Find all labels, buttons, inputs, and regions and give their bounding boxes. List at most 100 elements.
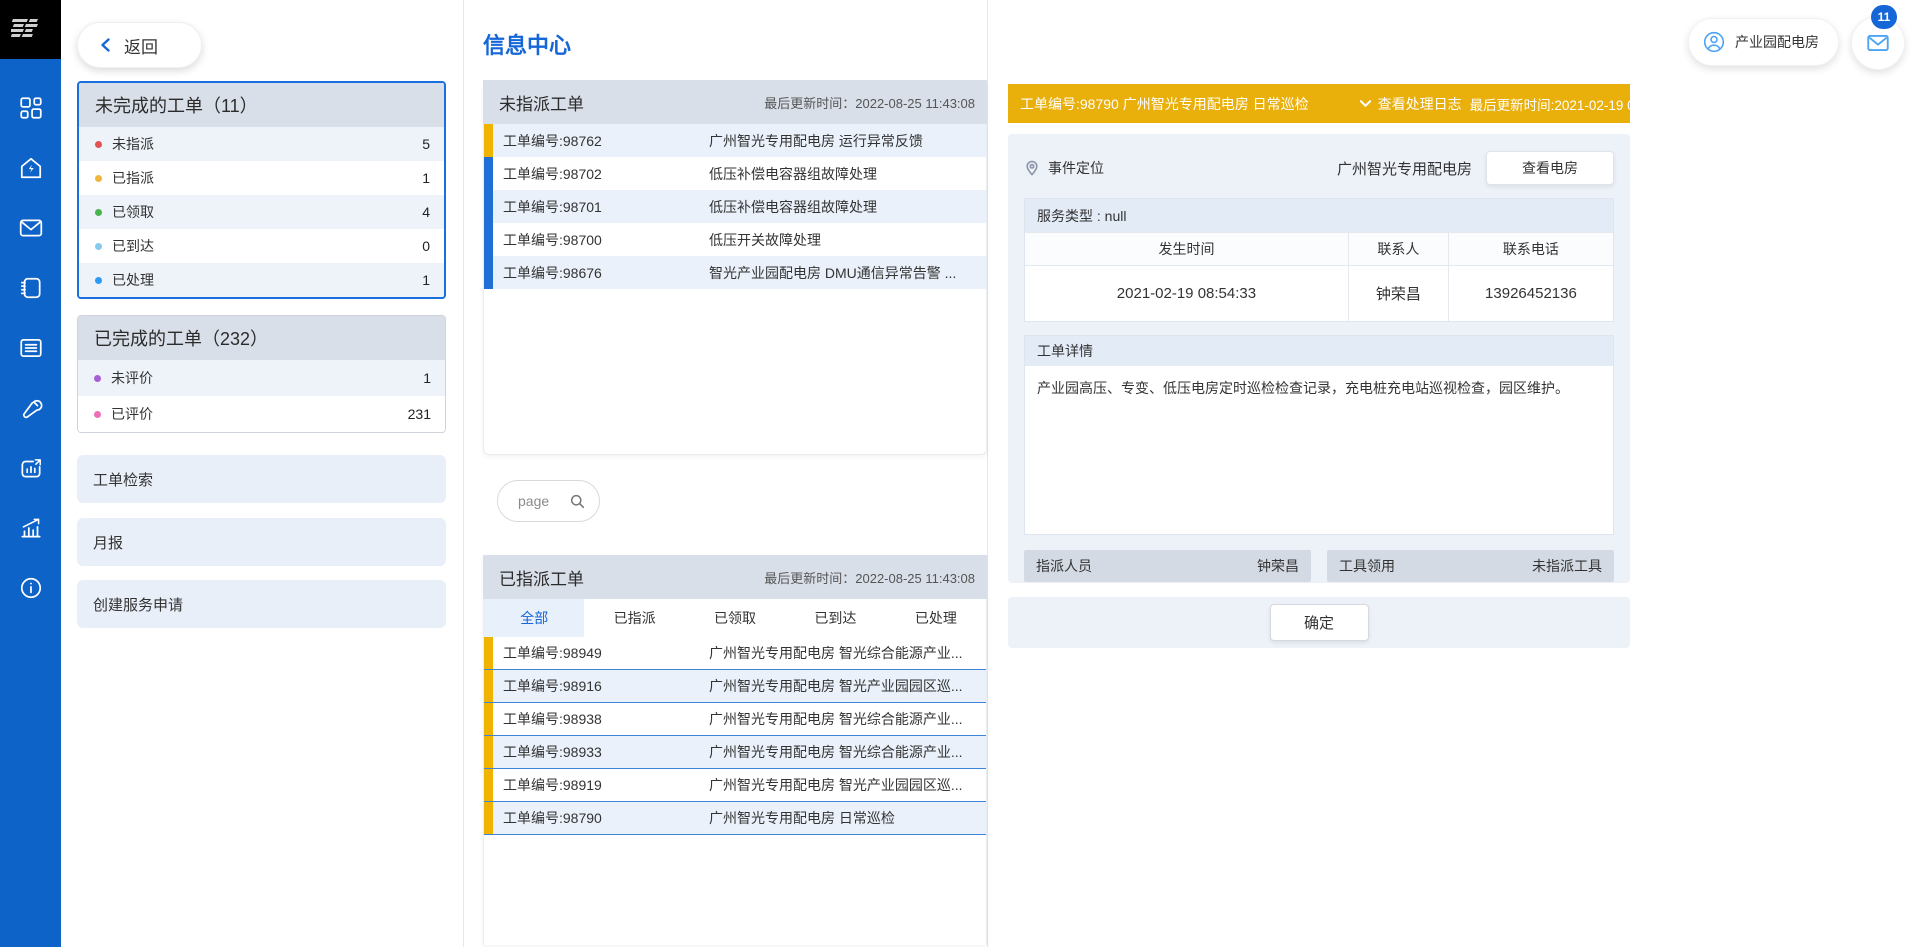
nav-dashboard[interactable] [0, 78, 61, 138]
view-log-toggle[interactable]: 查看处理日志 [1359, 94, 1462, 114]
tab-processed[interactable]: 已处理 [886, 599, 986, 637]
link-create-service-request[interactable]: 创建服务申请 [77, 580, 446, 628]
work-order-row[interactable]: 工单编号:98949 广州智光专用配电房 智光综合能源产业... [484, 637, 986, 670]
status-label: 未评价 [111, 368, 153, 388]
work-order-desc: 广州智光专用配电房 智光综合能源产业... [709, 742, 963, 762]
work-order-row[interactable]: 工单编号:98938 广州智光专用配电房 智光综合能源产业... [484, 703, 986, 736]
row-status-bar [484, 223, 493, 256]
completed-orders-card[interactable]: 已完成的工单（232） 未评价 1 已评价 231 [77, 315, 446, 433]
status-row-processed[interactable]: 已处理 1 [79, 263, 444, 297]
nav-tools[interactable] [0, 378, 61, 438]
order-detail-title: 工单编号:98790 广州智光专用配电房 日常巡检 [1020, 94, 1309, 114]
tab-claimed[interactable]: 已领取 [685, 599, 785, 637]
nav-info[interactable] [0, 558, 61, 618]
contact-person: 钟荣昌 [1348, 266, 1448, 321]
status-label: 已处理 [112, 270, 154, 290]
tab-all[interactable]: 全部 [484, 599, 584, 637]
tools-value: 未指派工具 [1532, 556, 1602, 576]
status-row-unrated[interactable]: 未评价 1 [78, 360, 445, 396]
tools-box[interactable]: 工具领用 未指派工具 [1327, 550, 1614, 582]
search-icon [570, 493, 585, 510]
status-count: 231 [408, 406, 431, 422]
order-detail-card: 事件定位 广州智光专用配电房 查看电房 服务类型 : null 发生时间 联系人… [1008, 134, 1630, 583]
work-order-number: 工单编号:98762 [503, 131, 709, 151]
status-row-arrived[interactable]: 已到达 0 [79, 229, 444, 263]
link-order-search[interactable]: 工单检索 [77, 455, 446, 503]
notebook-icon [18, 275, 44, 301]
status-row-assigned[interactable]: 已指派 1 [79, 161, 444, 195]
status-label: 已评价 [111, 404, 153, 424]
status-dot [94, 375, 101, 382]
work-order-row[interactable]: 工单编号:98700 低压开关故障处理 [484, 223, 986, 256]
home-energy-icon [18, 155, 44, 181]
status-row-rated[interactable]: 已评价 231 [78, 396, 445, 432]
column-divider-left [463, 0, 464, 947]
occurred-time: 2021-02-19 08:54:33 [1025, 266, 1348, 321]
work-order-row-selected[interactable]: 工单编号:98790 广州智光专用配电房 日常巡检 [484, 802, 986, 835]
status-dot [95, 141, 102, 148]
mail-icon [18, 215, 44, 241]
work-order-desc: 广州智光专用配电房 智光综合能源产业... [709, 709, 963, 729]
work-order-desc: 广州智光专用配电房 智光产业园园区巡... [709, 775, 963, 795]
event-location-label: 事件定位 [1048, 158, 1104, 178]
nav-worklist[interactable] [0, 318, 61, 378]
row-status-bar [484, 670, 493, 702]
work-order-row[interactable]: 工单编号:98933 广州智光专用配电房 智光综合能源产业... [484, 736, 986, 769]
back-button[interactable]: 返回 [77, 22, 202, 68]
work-order-number: 工单编号:98701 [503, 197, 709, 217]
status-count: 1 [422, 272, 430, 288]
unassigned-orders-panel: 未指派工单 最后更新时间：2022-08-25 11:43:08 工单编号:98… [483, 80, 987, 455]
view-log-label: 查看处理日志 [1378, 94, 1462, 114]
nav-statistics[interactable] [0, 498, 61, 558]
order-details-text: 产业园高压、专变、低压电房定时巡检检查记录，充电桩充电站巡视检查，园区维护。 [1025, 366, 1613, 534]
work-order-row[interactable]: 工单编号:98762 广州智光专用配电房 运行异常反馈 [484, 124, 986, 157]
assignee-label: 指派人员 [1036, 556, 1092, 576]
nav-notebook[interactable] [0, 258, 61, 318]
work-order-row[interactable]: 工单编号:98919 广州智光专用配电房 智光产业园园区巡... [484, 769, 986, 802]
user-account-button[interactable]: 产业园配电房 [1688, 18, 1839, 66]
work-order-number: 工单编号:98938 [503, 709, 709, 729]
assigned-tabs: 全部 已指派 已领取 已到达 已处理 [484, 599, 986, 637]
site-name: 广州智光专用配电房 [1337, 158, 1472, 179]
status-row-claimed[interactable]: 已领取 4 [79, 195, 444, 229]
user-icon [1702, 30, 1726, 54]
col-header-time: 发生时间 [1025, 233, 1348, 266]
confirm-button[interactable]: 确定 [1270, 604, 1369, 641]
status-row-unassigned[interactable]: 未指派 5 [79, 127, 444, 161]
work-order-number: 工单编号:98790 [503, 808, 709, 828]
page-title: 信息中心 [483, 28, 987, 54]
status-count: 1 [422, 170, 430, 186]
work-order-row[interactable]: 工单编号:98676 智光产业园配电房 DMU通信异常告警 ... [484, 256, 986, 289]
incomplete-orders-card[interactable]: 未完成的工单（11） 未指派 5 已指派 1 已领取 4 已到达 0 [77, 81, 446, 299]
work-order-desc: 智光产业园配电房 DMU通信异常告警 ... [709, 263, 956, 283]
nav-report[interactable] [0, 438, 61, 498]
status-dot [95, 243, 102, 250]
work-order-row[interactable]: 工单编号:98702 低压补偿电容器组故障处理 [484, 157, 986, 190]
order-detail-updated: 最后更新时间:2021-02-19 08:55:08 [1470, 94, 1680, 114]
page-search[interactable] [497, 480, 600, 522]
column-divider-right [987, 0, 988, 947]
unassigned-panel-header: 未指派工单 最后更新时间：2022-08-25 11:43:08 [483, 80, 987, 124]
tab-assigned[interactable]: 已指派 [584, 599, 684, 637]
event-location-row: 事件定位 广州智光专用配电房 查看电房 [1024, 148, 1614, 188]
nav-messages[interactable] [0, 198, 61, 258]
work-order-row[interactable]: 工单编号:98916 广州智光专用配电房 智光产业园园区巡... [484, 670, 986, 703]
work-order-desc: 广州智光专用配电房 智光综合能源产业... [709, 643, 963, 663]
link-monthly-report[interactable]: 月报 [77, 518, 446, 566]
work-order-desc: 广州智光专用配电房 智光产业园园区巡... [709, 676, 963, 696]
tab-arrived[interactable]: 已到达 [785, 599, 885, 637]
status-count: 5 [422, 136, 430, 152]
row-status-bar [484, 124, 493, 157]
assignee-box[interactable]: 指派人员 钟荣昌 [1024, 550, 1311, 582]
page-search-input[interactable] [518, 493, 570, 509]
work-order-row[interactable]: 工单编号:98701 低压补偿电容器组故障处理 [484, 190, 986, 223]
work-order-desc: 广州智光专用配电房 日常巡检 [709, 808, 895, 828]
status-label: 未指派 [112, 134, 154, 154]
tools-label: 工具领用 [1339, 556, 1395, 576]
view-substation-button[interactable]: 查看电房 [1486, 151, 1614, 185]
work-order-desc: 广州智光专用配电房 运行异常反馈 [709, 131, 923, 151]
location-pin-icon [1024, 160, 1040, 176]
nav-home[interactable] [0, 138, 61, 198]
dashboard-icon [18, 95, 44, 121]
assigned-panel-header: 已指派工单 最后更新时间：2022-08-25 11:43:08 [483, 555, 987, 599]
